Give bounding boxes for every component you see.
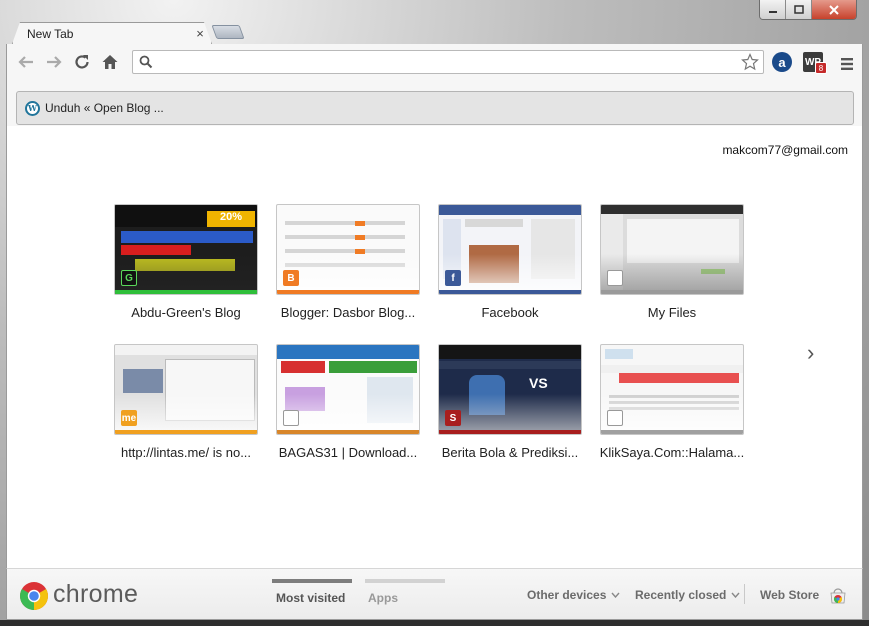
- tab-most-visited[interactable]: Most visited: [276, 591, 345, 605]
- chevron-down-icon: [611, 592, 620, 598]
- other-devices-label: Other devices: [527, 588, 607, 602]
- sundul-icon: S: [445, 410, 461, 426]
- forward-button[interactable]: [40, 48, 68, 76]
- bookmark-area: W Unduh « Open Blog ...: [6, 80, 863, 126]
- blogger-icon: B: [283, 270, 299, 286]
- bookmark-star-button[interactable]: [737, 51, 763, 73]
- document-icon: [607, 410, 623, 426]
- window-caption-buttons: [759, 0, 857, 20]
- maximize-button[interactable]: [786, 0, 812, 19]
- tile-label-6[interactable]: Berita Bola & Prediksi...: [432, 445, 588, 460]
- document-icon: [283, 410, 299, 426]
- tile-thumbnail-7[interactable]: [600, 344, 744, 435]
- tile-label-7[interactable]: KlikSaya.Com::Halama...: [594, 445, 750, 460]
- web-store-link[interactable]: Web Store: [760, 588, 819, 602]
- reload-icon: [75, 55, 89, 69]
- account-email[interactable]: makcom77@gmail.com: [722, 143, 848, 157]
- wordpress-icon: W: [25, 100, 40, 116]
- back-button[interactable]: [12, 48, 40, 76]
- tab-title: New Tab: [27, 26, 74, 41]
- omnibox-input[interactable]: [153, 52, 737, 72]
- minimize-icon: [768, 10, 777, 13]
- tile-thumbnail-2[interactable]: f: [438, 204, 582, 295]
- omnibox[interactable]: [132, 50, 764, 74]
- tab-apps[interactable]: Apps: [368, 591, 398, 605]
- search-icon: [133, 55, 153, 69]
- facebook-icon: f: [445, 270, 461, 286]
- apps-tab-indicator: [365, 579, 445, 583]
- bookmark-label: Unduh « Open Blog ...: [45, 101, 164, 115]
- chrome-menu-button[interactable]: [833, 50, 861, 78]
- tile-label-2[interactable]: Facebook: [432, 305, 588, 320]
- close-icon: [829, 4, 839, 15]
- forward-arrow-icon: [47, 56, 62, 68]
- chrome-wordmark: chrome: [53, 580, 139, 608]
- tab-new-tab[interactable]: New Tab ×: [12, 22, 212, 44]
- bookmark-item[interactable]: W Unduh « Open Blog ...: [25, 100, 164, 116]
- star-icon: [741, 53, 759, 71]
- tile-label-0[interactable]: Abdu-Green's Blog: [108, 305, 264, 320]
- tile-label-5[interactable]: BAGAS31 | Download...: [270, 445, 426, 460]
- home-icon: [102, 55, 118, 69]
- bookmark-bar: W Unduh « Open Blog ...: [16, 91, 854, 125]
- tile-thumbnail-3[interactable]: [600, 204, 744, 295]
- footer: chrome Most visited Apps Other devices R…: [6, 568, 863, 620]
- abdu-green-banner: 20%: [207, 211, 255, 227]
- reload-button[interactable]: [68, 48, 96, 76]
- document-icon: [607, 270, 623, 286]
- most-visited-tab-indicator: [272, 579, 352, 583]
- lintas-icon: me: [121, 410, 137, 426]
- close-window-button[interactable]: [812, 0, 856, 19]
- tile-label-4[interactable]: http://lintas.me/ is no...: [108, 445, 264, 460]
- tile-thumbnail-0[interactable]: 20% G: [114, 204, 258, 295]
- vs-label: VS: [529, 375, 548, 391]
- home-button[interactable]: [96, 48, 124, 76]
- tab-close-icon[interactable]: ×: [189, 26, 211, 41]
- browser-window: New Tab × a WP 8 W Unduh « Open Blog ...…: [6, 0, 863, 626]
- tile-thumbnail-6[interactable]: VS S: [438, 344, 582, 435]
- tile-label-1[interactable]: Blogger: Dasbor Blog...: [270, 305, 426, 320]
- footer-divider: [744, 584, 745, 604]
- recently-closed-menu[interactable]: Recently closed: [635, 588, 740, 602]
- chrome-logo-icon: [20, 582, 48, 610]
- back-arrow-icon: [18, 56, 33, 68]
- hamburger-menu-icon: [841, 58, 853, 70]
- tab-strip: New Tab ×: [6, 20, 863, 44]
- other-devices-menu[interactable]: Other devices: [527, 588, 620, 602]
- tile-thumbnail-5[interactable]: [276, 344, 420, 435]
- new-tab-page: makcom77@gmail.com 20% G Abdu-Green's Bl…: [6, 126, 863, 568]
- web-store-icon[interactable]: [829, 586, 847, 604]
- tile-thumbnail-4[interactable]: me: [114, 344, 258, 435]
- new-tab-button[interactable]: [211, 25, 245, 39]
- next-page-arrow-icon[interactable]: ›: [807, 340, 814, 366]
- recently-closed-label: Recently closed: [635, 588, 727, 602]
- tile-label-3[interactable]: My Files: [594, 305, 750, 320]
- minimize-button[interactable]: [760, 0, 786, 19]
- desktop-bottom-edge: [0, 620, 869, 626]
- toolbar: a WP 8: [6, 44, 863, 80]
- extension-badge: 8: [815, 62, 827, 74]
- maximize-icon: [793, 4, 804, 14]
- abdu-green-icon: G: [121, 270, 137, 286]
- chevron-down-icon: [731, 592, 740, 598]
- amazon-extension-icon[interactable]: a: [772, 52, 792, 72]
- tile-thumbnail-1[interactable]: B: [276, 204, 420, 295]
